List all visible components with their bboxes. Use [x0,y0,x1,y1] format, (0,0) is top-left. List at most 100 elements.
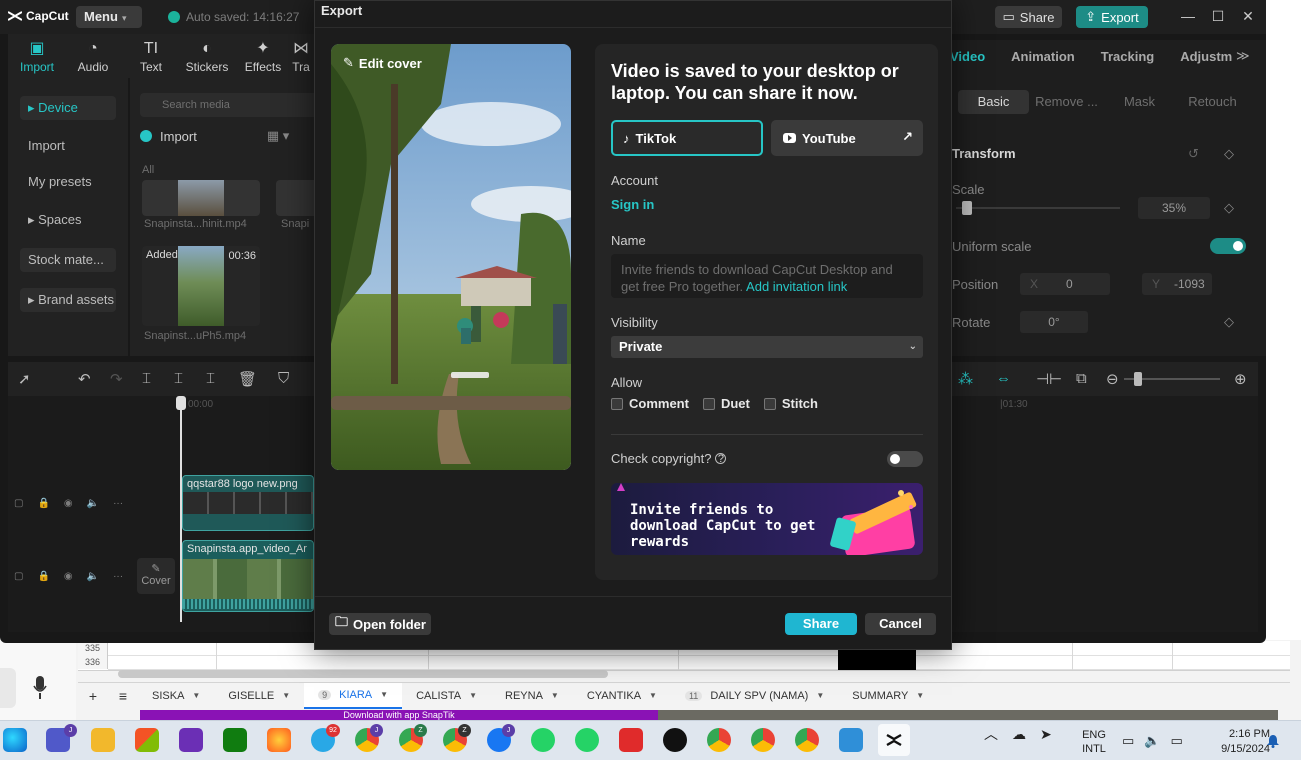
sidebar-item-spaces[interactable]: ▸ Spaces [20,208,116,232]
maximize-button[interactable]: ☐ [1210,8,1226,24]
add-sheet-button[interactable]: + [78,688,108,704]
tiktok-button[interactable]: ♪ TikTok [611,120,763,156]
eye-icon[interactable]: ◉ [64,498,73,509]
download-banner[interactable]: Download with app SnapTik [140,710,658,720]
location-icon[interactable]: ➤ [1040,726,1052,743]
search-input[interactable]: Search media [140,93,320,117]
capcut-taskbar-icon[interactable] [878,724,910,756]
app-icon[interactable] [619,728,643,752]
subtab-mask[interactable]: Mask [1104,90,1175,114]
subtab-basic[interactable]: Basic [958,90,1029,114]
sheet-tab[interactable]: SISKA ▼ [138,683,214,709]
preview-axis-icon[interactable]: ⊣⊢ [1036,370,1062,388]
all-sheets-button[interactable]: ≡ [108,688,138,704]
tab-tracking[interactable]: Tracking [1101,49,1154,64]
duet-checkbox[interactable]: Duet [702,396,750,411]
tool-effects[interactable]: ✦ Effects [238,38,288,74]
chevron-up-icon[interactable]: ︿ [984,724,998,744]
cover-button[interactable]: ✎ Cover [137,558,175,594]
screenshot-icon[interactable]: ⧉ [1076,370,1087,387]
voice-input[interactable] [0,668,76,708]
microsoft-store-icon[interactable] [135,728,159,752]
zoom-slider-handle[interactable] [1134,372,1142,386]
media-thumbnail[interactable] [142,180,260,216]
youtube-button[interactable]: YouTube ↗ [771,120,923,156]
chevron-right-icon[interactable]: ≫ [1236,48,1250,64]
cover-preview[interactable] [331,44,571,470]
zoom-out-icon[interactable]: ⊖ [1106,370,1119,388]
notification-bell-icon[interactable] [1266,734,1280,748]
visibility-select[interactable]: Private ⌄ [611,336,923,358]
sidebar-item-import[interactable]: Import [20,134,116,158]
share-submit-button[interactable]: Share [785,613,857,635]
media-thumbnail[interactable]: Added 00:36 [142,246,260,326]
redo-icon[interactable]: ↷ [110,370,123,388]
chrome-icon[interactable] [707,728,731,752]
whatsapp-icon[interactable] [531,728,555,752]
sidebar-item-presets[interactable]: My presets [20,170,116,194]
filter-all[interactable]: All [142,164,154,176]
rotate-input[interactable]: 0° [1020,311,1088,333]
tab-animation[interactable]: Animation [1011,49,1075,64]
export-button[interactable]: ⇪ Export [1076,6,1148,28]
edge-icon[interactable] [3,728,27,752]
magnet-icon[interactable]: ⁂ [958,370,973,388]
lock-icon[interactable]: 🔒 [37,498,49,509]
photos-icon[interactable] [179,728,203,752]
tool-import[interactable]: ▣ Import [12,38,62,74]
share-button[interactable]: ▭ Share [995,6,1062,28]
keyframe-icon[interactable]: ◇ [1224,146,1234,162]
scale-slider-handle[interactable] [962,201,972,215]
more-icon[interactable]: ··· [113,498,123,509]
keyframe-icon[interactable]: ◇ [1224,314,1234,330]
track-icon[interactable]: ▢ [14,498,23,509]
undo-icon[interactable]: ↶ [78,370,91,388]
open-folder-button[interactable]: 🗀 Open folder [329,613,431,635]
keyframe-icon[interactable]: ◇ [1224,200,1234,216]
chrome-icon[interactable] [751,728,775,752]
reset-icon[interactable]: ↺ [1188,146,1199,162]
split-icon[interactable]: ⌶ [142,370,151,387]
sheet-tab[interactable]: REYNA ▼ [491,683,573,709]
tool-transitions[interactable]: ⋈ Tra [286,38,316,74]
grid-view-icon[interactable]: ▦ ▾ [267,128,289,144]
edit-cover-button[interactable]: ✎ Edit cover [343,55,422,71]
audio-icon[interactable]: 🔈 [87,571,99,582]
scale-slider[interactable] [956,207,1120,209]
tab-adjustment[interactable]: Adjustm [1180,49,1232,64]
more-icon[interactable]: ··· [113,571,123,582]
sidebar-item-stock[interactable]: Stock mate... [20,248,116,272]
scale-input[interactable]: 35% [1138,197,1210,219]
chrome-icon[interactable] [795,728,819,752]
position-x-input[interactable]: X0 [1020,273,1110,295]
audio-icon[interactable]: 🔈 [87,498,99,509]
playhead-handle[interactable] [176,396,186,410]
volume-icon[interactable]: 🔈 [1144,733,1160,749]
sheet-tab[interactable]: SUMMARY ▼ [838,683,938,709]
notes-icon[interactable] [839,728,863,752]
playhead[interactable] [180,396,182,622]
tool-text[interactable]: TI Text [126,38,176,74]
timeline-clip-overlay[interactable]: qqstar88 logo new.png [182,475,314,531]
horizontal-scrollbar[interactable] [118,670,608,678]
file-explorer-icon[interactable] [91,728,115,752]
sheet-tab[interactable]: CALISTA ▼ [402,683,491,709]
subtab-retouch[interactable]: Retouch [1177,90,1248,114]
subtab-remove[interactable]: Remove ... [1031,90,1102,114]
tool-audio[interactable]: ◔ Audio [68,38,118,74]
battery-icon[interactable]: ▭ [1170,733,1182,749]
language-indicator[interactable]: ENG INTL [1080,728,1108,756]
xbox-icon[interactable] [223,728,247,752]
name-field[interactable]: Invite friends to download CapCut Deskto… [611,254,923,298]
zoom-in-icon[interactable]: ⊕ [1234,370,1247,388]
track-icon[interactable]: ▢ [14,571,23,582]
import-button[interactable]: Import [160,129,197,144]
add-invitation-link[interactable]: Add invitation link [746,279,847,294]
sheet-tab[interactable]: GISELLE ▼ [214,683,304,709]
uniform-scale-toggle[interactable] [1210,238,1246,254]
app-icon[interactable] [663,728,687,752]
stitch-checkbox[interactable]: Stitch [763,396,818,411]
tool-stickers[interactable]: ◐ Stickers [182,38,232,74]
lock-icon[interactable]: 🔒 [37,571,49,582]
tab-video[interactable]: Video [950,49,985,64]
